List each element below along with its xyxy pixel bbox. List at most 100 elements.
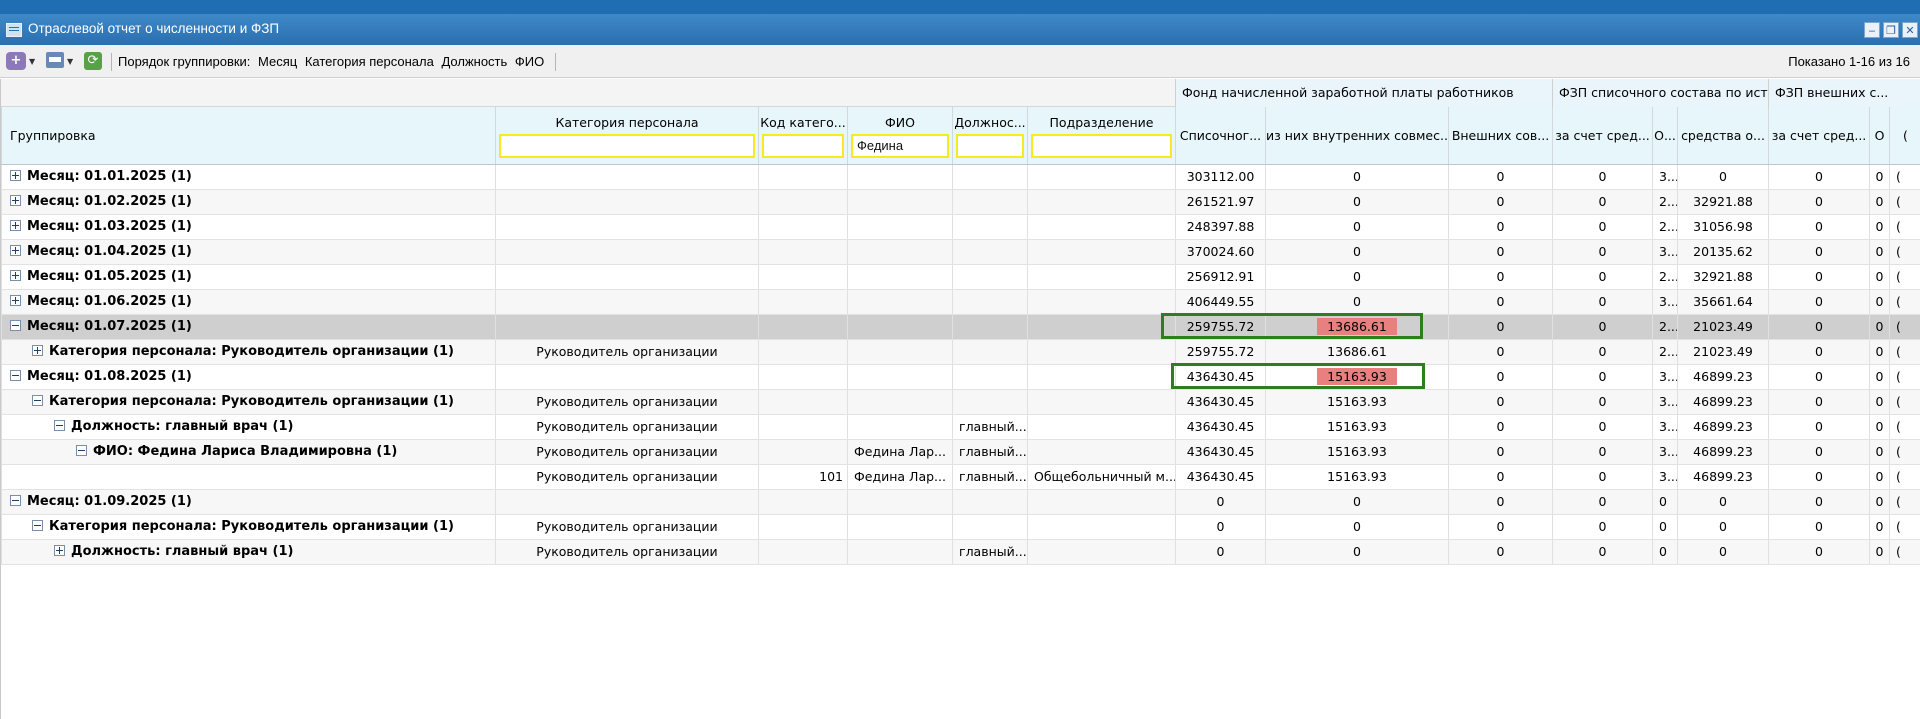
cell-category <box>495 190 758 214</box>
group-order-item-category[interactable]: Категория персонала <box>305 54 434 69</box>
column-o3[interactable]: ( <box>1889 107 1920 164</box>
table-row[interactable]: Руководитель организации 101 Федина Лар...… <box>1 465 1920 490</box>
table-row[interactable]: Должность: главный врач (1) Руководитель … <box>1 415 1920 440</box>
table-row[interactable]: Месяц: 01.08.2025 (1) 436430.45 15163.93 0 0… <box>1 365 1920 390</box>
filter-department-input[interactable] <box>1031 134 1172 158</box>
add-dropdown-chevron-icon[interactable]: ▼ <box>29 57 35 77</box>
cell-ext-means: 0 <box>1768 290 1869 314</box>
cell-value: 0 <box>1719 169 1727 184</box>
expand-icon[interactable] <box>54 545 65 556</box>
cell-value: 3... <box>1659 244 1677 259</box>
column-fio[interactable]: ФИО Федина <box>847 107 952 164</box>
table-row[interactable]: Категория персонала: Руководитель органи… <box>1 515 1920 540</box>
cell-value: 0 <box>1598 169 1607 184</box>
cell-department <box>1027 340 1175 364</box>
report-grid: Фонд начисленной заработной платы работн… <box>0 79 1920 719</box>
expand-icon[interactable] <box>10 195 21 206</box>
cell-code <box>758 190 847 214</box>
print-icon[interactable] <box>46 52 64 68</box>
cell-o2: 0 <box>1869 540 1889 564</box>
column-external[interactable]: Внешних сов... <box>1448 107 1552 164</box>
column-ext-means[interactable]: за счет сред... <box>1768 107 1869 164</box>
collapse-icon[interactable] <box>10 320 21 331</box>
filter-code-input[interactable] <box>762 134 844 158</box>
column-category[interactable]: Категория персонала <box>495 107 758 164</box>
table-row[interactable]: Месяц: 01.06.2025 (1) 406449.55 0 0 0 3... 356… <box>1 290 1920 315</box>
column-list-total[interactable]: Списочног... <box>1175 107 1265 164</box>
cell-value: 0 <box>1875 394 1884 409</box>
column-internal[interactable]: из них внутренних совмес... <box>1265 107 1448 164</box>
column-o1[interactable]: О... <box>1652 107 1677 164</box>
cell-value: 3... <box>1659 419 1677 434</box>
cell-value: 0 <box>1815 544 1823 559</box>
cell-means-o: 31056.98 <box>1677 215 1768 239</box>
filter-fio-input[interactable]: Федина <box>851 134 949 158</box>
column-o2[interactable]: О <box>1869 107 1889 164</box>
close-button[interactable]: ✕ <box>1902 22 1918 38</box>
table-row[interactable]: Категория персонала: Руководитель органи… <box>1 390 1920 415</box>
cell-value: 436430.45 <box>1186 369 1255 384</box>
cell-department: Общебольничный м... <box>1027 465 1175 489</box>
table-row[interactable]: Месяц: 01.05.2025 (1) 256912.91 0 0 0 2... 329… <box>1 265 1920 290</box>
minimize-button[interactable]: ‒ <box>1864 22 1880 38</box>
header-group-row: Фонд начисленной заработной платы работн… <box>1 79 1920 107</box>
cell-internal: 13686.61 <box>1265 340 1448 364</box>
cell-ext-means: 0 <box>1768 165 1869 189</box>
group-cell: Категория персонала: Руководитель органи… <box>1 515 495 539</box>
cell-value: 31056.98 <box>1693 219 1753 234</box>
expand-icon[interactable] <box>10 270 21 281</box>
cell-internal: 0 <box>1265 290 1448 314</box>
cell-value: 0 <box>1875 294 1884 309</box>
cell-code <box>758 515 847 539</box>
group-order-item-position[interactable]: Должность <box>441 54 507 69</box>
expand-icon[interactable] <box>32 345 43 356</box>
filter-position-input[interactable] <box>956 134 1024 158</box>
cell-fund-means: 0 <box>1552 440 1652 464</box>
table-row[interactable]: Месяц: 01.04.2025 (1) 370024.60 0 0 0 3... 201… <box>1 240 1920 265</box>
cell-position <box>952 365 1027 389</box>
table-row[interactable]: Месяц: 01.02.2025 (1) 261521.97 0 0 0 2... 329… <box>1 190 1920 215</box>
expand-icon[interactable] <box>10 295 21 306</box>
cell-value: 0 <box>1875 319 1884 334</box>
expand-icon[interactable] <box>10 245 21 256</box>
column-grouping[interactable]: Группировка <box>1 107 495 164</box>
table-row[interactable]: Месяц: 01.01.2025 (1) 303112.00 0 0 0 3... 0 0 0… <box>1 165 1920 190</box>
collapse-icon[interactable] <box>10 370 21 381</box>
expand-icon[interactable] <box>10 170 21 181</box>
column-position[interactable]: Должнос... <box>952 107 1027 164</box>
column-department[interactable]: Подразделение <box>1027 107 1175 164</box>
collapse-icon[interactable] <box>54 420 65 431</box>
expand-icon[interactable] <box>10 220 21 231</box>
restore-button[interactable]: ❐ <box>1883 22 1899 38</box>
column-code[interactable]: Код катего... <box>758 107 847 164</box>
cell-department <box>1027 390 1175 414</box>
column-means-o[interactable]: средства о... <box>1677 107 1768 164</box>
add-icon[interactable]: + <box>6 52 26 70</box>
cell-value: 0 <box>1815 319 1823 334</box>
refresh-icon[interactable]: ⟳ <box>84 52 102 70</box>
cell-fio <box>847 540 952 564</box>
column-fund-means[interactable]: за счет сред... <box>1552 107 1652 164</box>
table-row[interactable]: ФИО: Федина Лариса Владимировна (1) Руков… <box>1 440 1920 465</box>
group-order-item-month[interactable]: Месяц <box>258 54 297 69</box>
table-row[interactable]: Категория персонала: Руководитель органи… <box>1 340 1920 365</box>
table-row[interactable]: Месяц: 01.03.2025 (1) 248397.88 0 0 0 2... 310… <box>1 215 1920 240</box>
cell-means-o: 0 <box>1677 515 1768 539</box>
print-dropdown-chevron-icon[interactable]: ▼ <box>67 57 73 77</box>
cell-position <box>952 190 1027 214</box>
group-cell: Категория персонала: Руководитель органи… <box>1 340 495 364</box>
table-row[interactable]: Месяц: 01.09.2025 (1) 0 0 0 0 0 0 0 0 ( <box>1 490 1920 515</box>
table-row[interactable]: Должность: главный врач (1) Руководитель … <box>1 540 1920 565</box>
cell-position <box>952 390 1027 414</box>
cell-category <box>495 290 758 314</box>
collapse-icon[interactable] <box>32 520 43 531</box>
collapse-icon[interactable] <box>10 495 21 506</box>
table-row[interactable]: Месяц: 01.07.2025 (1) 259755.72 13686.61 0 0… <box>1 315 1920 340</box>
cell-code <box>758 390 847 414</box>
cell-value: 0 <box>1815 194 1823 209</box>
cell-value: ( <box>1896 419 1901 434</box>
collapse-icon[interactable] <box>32 395 43 406</box>
filter-category-input[interactable] <box>499 134 755 158</box>
group-order-item-fio[interactable]: ФИО <box>515 54 544 69</box>
collapse-icon[interactable] <box>76 445 87 456</box>
